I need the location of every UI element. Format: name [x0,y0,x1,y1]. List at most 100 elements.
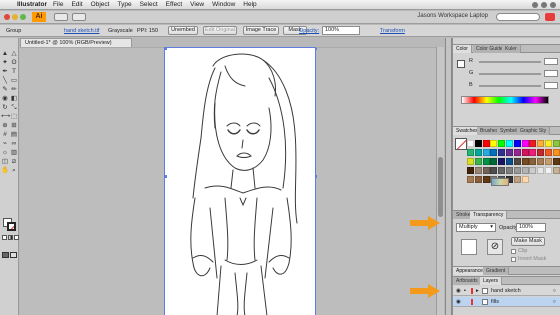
color-swatch[interactable] [545,158,552,165]
color-mode-icon[interactable] [2,235,7,240]
channel-r-value[interactable] [544,58,558,65]
free-transform-tool-icon[interactable]: ⬚ [10,113,18,121]
app-name-menu[interactable]: Illustrator [17,1,47,8]
color-swatch[interactable] [490,158,498,165]
menu-help[interactable]: Help [243,1,256,8]
paintbrush-tool-icon[interactable]: ✎ [1,86,9,94]
rectangle-tool-icon[interactable]: ▭ [10,77,18,85]
color-swatch[interactable] [537,167,545,174]
color-swatch[interactable] [506,167,513,174]
collapsed-panel-strip[interactable] [445,38,452,315]
transparency-opacity-field[interactable]: 100% [516,223,546,232]
status-icon[interactable] [532,2,538,8]
workspace-switcher[interactable]: Jasons Workspace Laptop [388,13,488,19]
color-spectrum-bar[interactable] [461,96,549,104]
color-swatch[interactable] [482,158,490,165]
direct-selection-tool-icon[interactable]: △ [10,50,18,58]
tab-gradient[interactable]: Gradient [483,267,510,275]
document-tab[interactable]: Untitled-1* @ 100% (RGB/Preview) [20,38,132,47]
color-swatch[interactable] [467,176,474,183]
color-swatch[interactable] [467,158,474,165]
linked-file-link[interactable]: hand sketch.tif [64,28,99,34]
visibility-eye-icon[interactable]: ◉ [456,297,461,307]
target-circle-icon[interactable]: ○ [553,297,556,307]
color-swatch[interactable] [498,140,506,147]
search-input[interactable] [496,13,540,21]
screen-mode-icon[interactable] [10,252,17,258]
color-swatch[interactable] [545,167,552,174]
mesh-tool-icon[interactable]: # [1,131,9,139]
clip-checkbox[interactable] [511,249,516,254]
blend-tool-icon[interactable]: ∞ [10,140,18,148]
vertical-scrollbar[interactable] [436,47,444,315]
invert-mask-checkbox[interactable] [511,257,516,262]
color-swatch[interactable] [474,167,482,174]
eyedropper-tool-icon[interactable]: ⌁ [1,140,9,148]
color-swatch[interactable] [513,158,521,165]
color-swatch[interactable] [467,149,474,156]
type-tool-icon[interactable]: T [10,68,18,76]
transform-link[interactable]: Transform [380,28,405,34]
lock-icon[interactable]: ▪ [464,286,466,296]
color-swatch[interactable] [552,140,560,147]
artboard-tool-icon[interactable]: ◫ [1,158,9,166]
slice-tool-icon[interactable]: ⧄ [10,158,18,166]
mask-placeholder-icon[interactable]: ⊘ [487,239,503,255]
color-swatch[interactable] [474,149,482,156]
menu-select[interactable]: Select [140,1,158,8]
lasso-tool-icon[interactable]: ʘ [10,59,18,67]
tab-graphic-styles[interactable]: Graphic Sty [517,127,551,135]
layer-row[interactable]: ◉ ▪ ▸ hand sketch ○ [453,286,560,296]
gradient-mode-icon[interactable] [8,235,13,240]
color-swatch[interactable] [545,149,552,156]
color-swatch[interactable] [529,140,537,147]
status-icon[interactable] [541,2,547,8]
color-swatch[interactable] [482,167,490,174]
object-thumbnail[interactable] [461,239,477,255]
color-swatch[interactable] [537,158,545,165]
menu-type[interactable]: Type [117,1,131,8]
tab-layers[interactable]: Layers [480,277,503,285]
channel-g-value[interactable] [544,70,558,77]
channel-b-slider[interactable] [479,85,541,87]
color-swatch[interactable] [482,149,490,156]
scrollbar-thumb[interactable] [438,157,443,217]
zoom-window-icon[interactable] [20,14,26,20]
color-swatch[interactable] [474,140,482,147]
stroke-swatch-icon[interactable] [7,222,16,231]
hand-tool-icon[interactable]: ✋ [1,167,9,175]
none-swatch[interactable] [455,138,467,150]
color-swatch[interactable] [506,149,513,156]
color-swatch[interactable] [521,140,529,147]
color-swatch[interactable] [513,140,521,147]
color-swatch[interactable] [467,167,474,174]
arrange-documents-icon[interactable] [72,13,86,21]
expand-triangle-icon[interactable]: ▸ [476,286,479,296]
tab-appearance[interactable]: Appearance [453,267,487,275]
hand-sketch-image[interactable] [165,48,317,315]
perspective-grid-tool-icon[interactable]: ⊞ [10,122,18,130]
bridge-icon[interactable] [54,13,68,21]
make-mask-button[interactable]: Make Mask [511,237,545,246]
menu-window[interactable]: Window [212,1,235,8]
menu-effect[interactable]: Effect [166,1,183,8]
color-swatch[interactable] [537,140,545,147]
color-swatch[interactable] [498,167,506,174]
symbol-sprayer-tool-icon[interactable]: ☼ [1,149,9,157]
sync-icon[interactable] [545,13,555,21]
target-circle-icon[interactable]: ○ [553,286,556,296]
tab-transparency[interactable]: Transparency [470,211,508,219]
tab-kuler[interactable]: Kuler [502,45,521,53]
graph-tool-icon[interactable]: ▥ [10,149,18,157]
color-swatch[interactable] [474,176,482,183]
color-swatch[interactable] [474,158,482,165]
image-trace-button[interactable]: Image Trace [243,26,279,35]
color-swatch[interactable] [490,140,498,147]
color-swatch[interactable] [467,140,474,147]
menu-file[interactable]: File [53,1,63,8]
close-window-icon[interactable] [4,14,10,20]
color-swatch[interactable] [529,158,537,165]
color-swatch[interactable] [529,149,537,156]
color-swatch[interactable] [482,140,490,147]
color-swatch[interactable] [521,158,529,165]
